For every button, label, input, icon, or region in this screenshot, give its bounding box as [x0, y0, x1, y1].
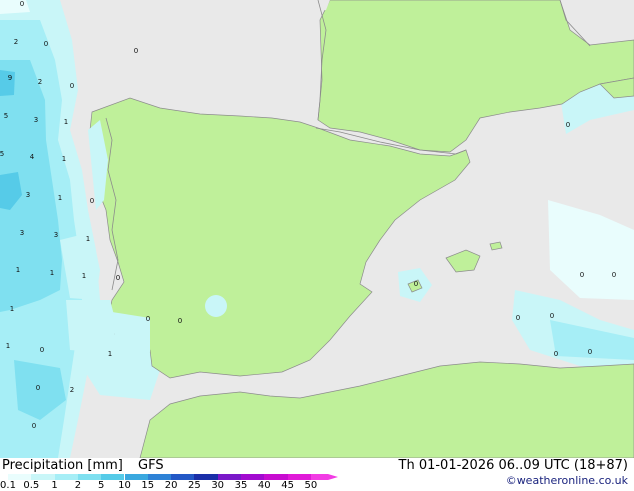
legend-tick-label: 45 — [281, 480, 294, 491]
precip-value-label: 9 — [8, 74, 12, 82]
precipitation-map[interactable]: 0 2 0 0 9 2 0 5 3 1 5 4 1 3 1 0 3 3 1 1 1 1 0 1 0 0 1 0 2 0 1 0 0 0 0 0 0 0 0 0 — [0, 0, 634, 459]
legend-tick-label: 30 — [211, 480, 225, 491]
legend-tick-label: 15 — [141, 480, 155, 491]
precip-value-label: 4 — [30, 153, 35, 161]
precip-value-label: 1 — [64, 118, 68, 126]
precip-value-label: 1 — [6, 342, 10, 350]
precip-value-label: 0 — [20, 0, 24, 8]
precip-value-label: 0 — [612, 271, 616, 279]
precip-value-label: 0 — [550, 312, 554, 320]
credit-link[interactable]: ©weatheronline.co.uk — [506, 474, 628, 487]
precip-value-label: 1 — [86, 235, 90, 243]
precip-value-label: 5 — [0, 150, 4, 158]
precip-value-label: 0 — [146, 315, 150, 323]
legend-tick-label: 35 — [234, 480, 248, 491]
precip-value-label: 2 — [70, 386, 74, 394]
precip-value-label: 0 — [44, 40, 48, 48]
precip-value-label: 0 — [134, 47, 138, 55]
legend-tick-label: 1 — [51, 480, 58, 491]
precip-value-label: 0 — [554, 350, 558, 358]
legend-tick-label: 20 — [164, 480, 178, 491]
precip-value-label: 1 — [82, 272, 86, 280]
legend-tick-label: 5 — [98, 480, 105, 491]
legend-tick-label: 50 — [304, 480, 318, 491]
precip-value-label: 3 — [54, 231, 58, 239]
precip-value-label: 3 — [34, 116, 38, 124]
precip-value-label: 0 — [116, 274, 120, 282]
precip-value-label: 3 — [20, 229, 24, 237]
footer: Precipitation [mm] GFS Th 01-01-2026 06.… — [0, 458, 634, 491]
footer-datetime: Th 01-01-2026 06..09 UTC (18+87) — [398, 458, 629, 473]
precip-value-label: 3 — [26, 191, 30, 199]
precip-value-label: 0 — [70, 82, 74, 90]
precip-value-label: 1 — [16, 266, 20, 274]
precip-value-label: 1 — [108, 350, 112, 358]
footer-model: GFS — [138, 458, 164, 473]
legend-arrow-icon — [328, 474, 339, 480]
precip-value-label: 2 — [14, 38, 18, 46]
precip-value-label: 0 — [580, 271, 584, 279]
precip-value-label: 0 — [36, 384, 40, 392]
precip-value-label: 1 — [10, 305, 14, 313]
precip-value-label: 0 — [516, 314, 520, 322]
footer-title: Precipitation [mm] — [2, 458, 123, 473]
legend-tick-label: 25 — [188, 480, 201, 491]
precip-value-label: 1 — [50, 269, 54, 277]
precip-value-label: 0 — [178, 317, 182, 325]
precip-value-label: 2 — [38, 78, 42, 86]
precip-value-label: 1 — [62, 155, 66, 163]
legend-tick-label: 10 — [118, 480, 131, 491]
legend-tick-label: 2 — [74, 480, 82, 491]
precip-value-label: 0 — [566, 121, 570, 129]
legend-tick-label: 40 — [257, 480, 271, 491]
precip-value-label: 0 — [414, 280, 418, 288]
precip-value-label: 1 — [58, 194, 62, 202]
legend-tick-label: 0.5 — [23, 480, 40, 491]
precip-value-label: 0 — [40, 346, 44, 354]
precip-value-label: 0 — [32, 422, 36, 430]
precip-value-label: 0 — [90, 197, 94, 205]
precip-value-label: 0 — [588, 348, 592, 356]
precip-value-label: 5 — [4, 112, 8, 120]
legend-tick-label: 0.1 — [0, 480, 16, 491]
